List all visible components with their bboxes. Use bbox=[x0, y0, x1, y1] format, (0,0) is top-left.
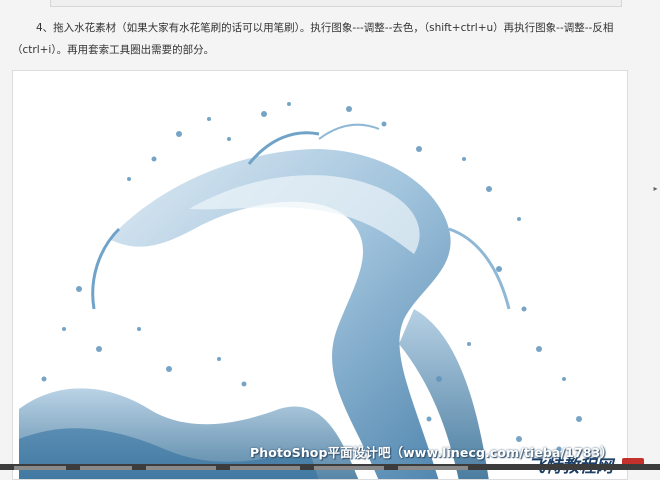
tutorial-image-frame bbox=[12, 70, 628, 480]
water-splash-illustration bbox=[19, 102, 596, 479]
taskbar-button[interactable] bbox=[146, 466, 216, 470]
taskbar-button[interactable] bbox=[14, 466, 66, 470]
taskbar-button[interactable] bbox=[314, 466, 384, 470]
water-splash-image[interactable] bbox=[19, 79, 621, 479]
scroll-arrow-icon[interactable]: ▸ bbox=[651, 184, 660, 194]
tutorial-step-text: 4、拖入水花素材（如果大家有水花笔刷的话可以用笔刷）。执行图象---调整--去色… bbox=[12, 22, 614, 56]
taskbar-button[interactable] bbox=[80, 466, 132, 470]
taskbar-button[interactable] bbox=[398, 466, 468, 470]
previous-image-frame-edge bbox=[50, 0, 622, 7]
taskbar-button[interactable] bbox=[230, 466, 300, 470]
